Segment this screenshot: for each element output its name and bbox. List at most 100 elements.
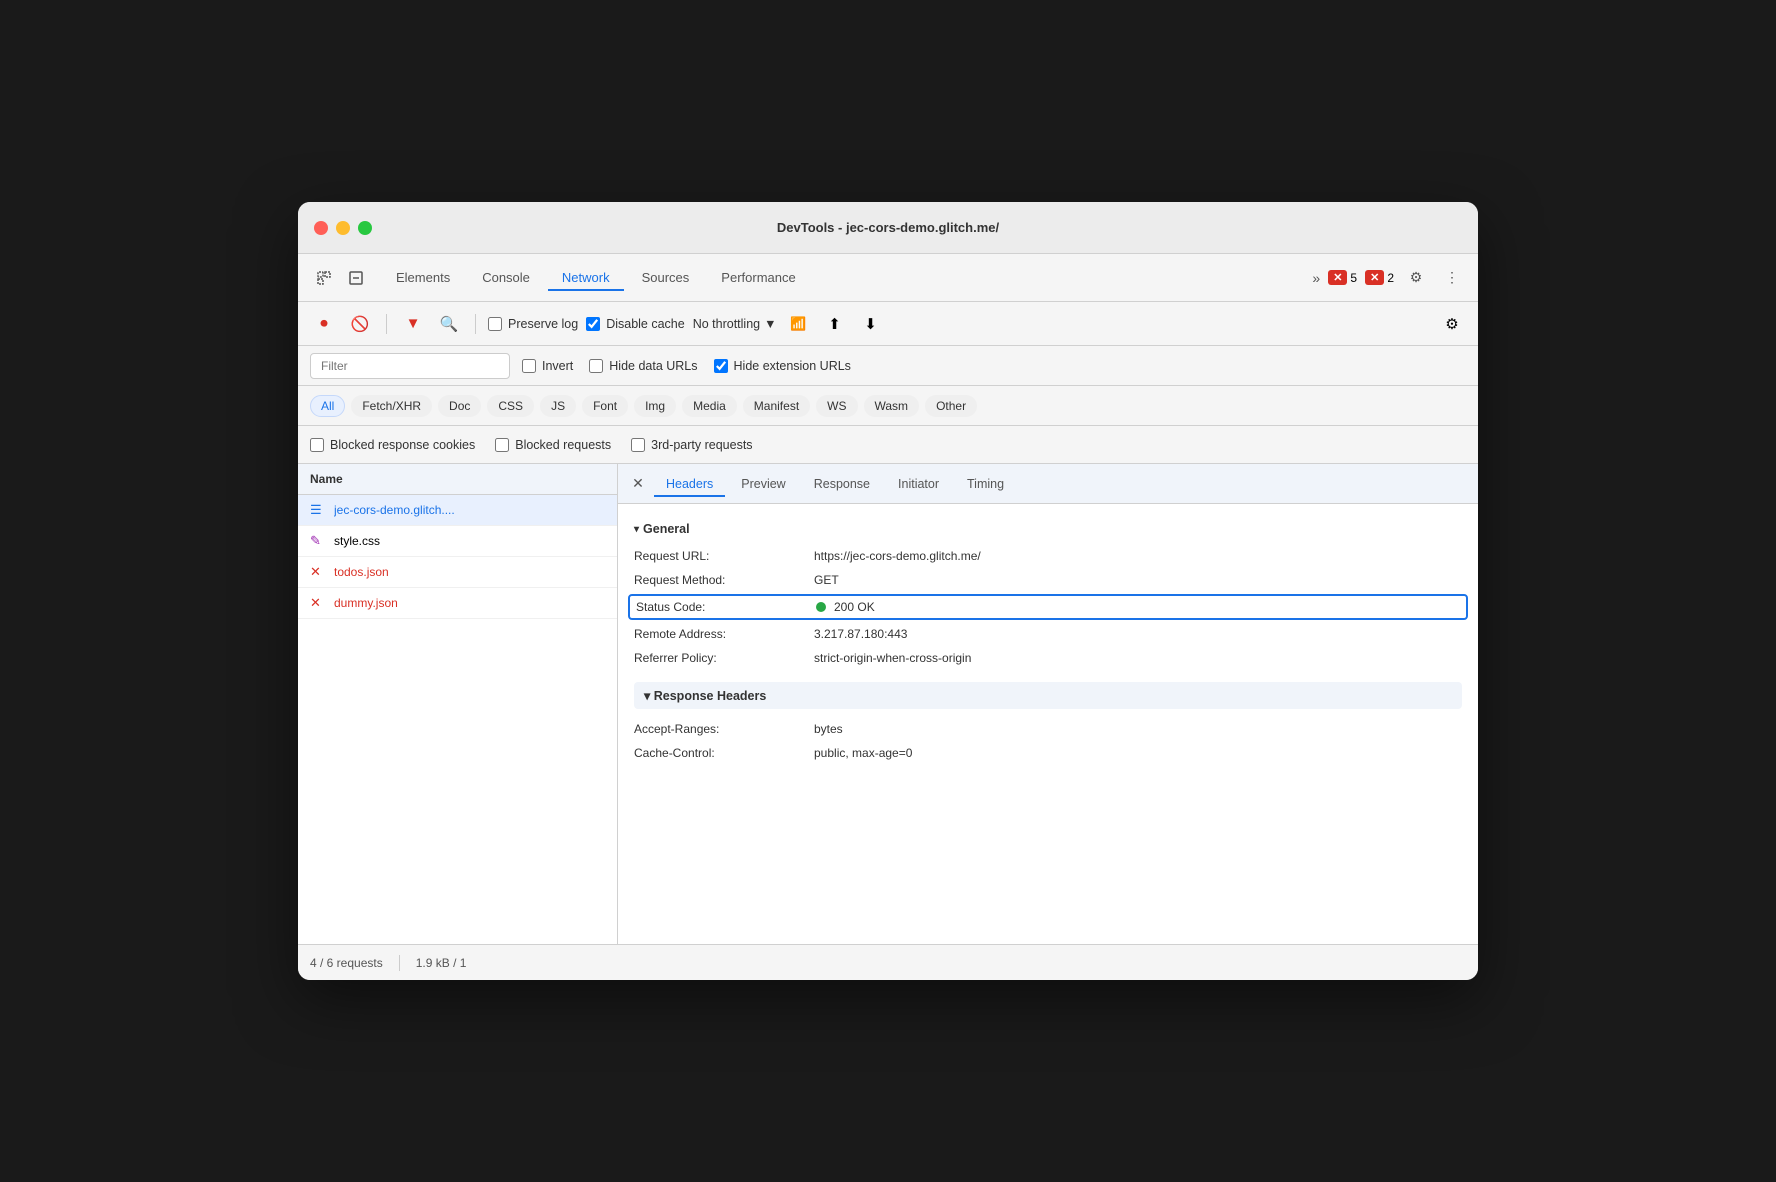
- header-row-referrer: Referrer Policy: strict-origin-when-cros…: [634, 646, 1462, 670]
- hide-data-urls-label[interactable]: Hide data URLs: [589, 359, 697, 373]
- list-item[interactable]: ✕ todos.json: [298, 557, 617, 588]
- minimize-button[interactable]: [336, 221, 350, 235]
- third-party-checkbox[interactable]: [631, 438, 645, 452]
- type-btn-media[interactable]: Media: [682, 395, 737, 417]
- inspect-icon[interactable]: [342, 264, 370, 292]
- error-count-red-num: 5: [1350, 271, 1357, 285]
- header-key-remote: Remote Address:: [634, 627, 814, 641]
- filter-input[interactable]: [310, 353, 510, 379]
- header-value-remote: 3.217.87.180:443: [814, 627, 1462, 641]
- hide-extension-urls-checkbox[interactable]: [714, 359, 728, 373]
- filter-checkboxes: Invert Hide data URLs Hide extension URL…: [522, 359, 851, 373]
- devtools-window: DevTools - jec-cors-demo.glitch.me/ Elem…: [298, 202, 1478, 980]
- header-value-referrer: strict-origin-when-cross-origin: [814, 651, 1462, 665]
- disable-cache-label[interactable]: Disable cache: [586, 317, 685, 331]
- toolbar-icons: [310, 264, 370, 292]
- window-title: DevTools - jec-cors-demo.glitch.me/: [777, 220, 999, 235]
- type-btn-js[interactable]: JS: [540, 395, 576, 417]
- throttle-arrow: ▼: [764, 317, 776, 331]
- network-settings-icon[interactable]: ⚙: [1438, 310, 1466, 338]
- filter-icon[interactable]: ▼: [399, 310, 427, 338]
- type-btn-manifest[interactable]: Manifest: [743, 395, 810, 417]
- preserve-log-label[interactable]: Preserve log: [488, 317, 578, 331]
- header-value-cache-control: public, max-age=0: [814, 746, 1462, 760]
- header-value-status: 200 OK: [816, 600, 1460, 614]
- tab-response[interactable]: Response: [802, 471, 882, 497]
- type-btn-all[interactable]: All: [310, 395, 345, 417]
- header-key-cache-control: Cache-Control:: [634, 746, 814, 760]
- status-divider: [399, 955, 400, 971]
- tab-headers[interactable]: Headers: [654, 471, 725, 497]
- tab-elements[interactable]: Elements: [382, 264, 464, 291]
- download-icon[interactable]: ⬇: [856, 310, 884, 338]
- type-btn-ws[interactable]: WS: [816, 395, 857, 417]
- close-panel-button[interactable]: ✕: [626, 472, 650, 496]
- type-btn-doc[interactable]: Doc: [438, 395, 481, 417]
- close-button[interactable]: [314, 221, 328, 235]
- header-key-status: Status Code:: [636, 600, 816, 614]
- disable-cache-checkbox[interactable]: [586, 317, 600, 331]
- tab-network[interactable]: Network: [548, 264, 624, 291]
- status-dot-green: [816, 602, 826, 612]
- error-count-red: ✕: [1328, 270, 1347, 285]
- error-icon: ✕: [310, 564, 326, 580]
- header-value-accept-ranges: bytes: [814, 722, 1462, 736]
- record-button[interactable]: ⏺: [310, 310, 338, 338]
- tab-console[interactable]: Console: [468, 264, 544, 291]
- blocked-cookies-label[interactable]: Blocked response cookies: [310, 438, 475, 452]
- list-item[interactable]: ✎ style.css: [298, 526, 617, 557]
- tab-performance[interactable]: Performance: [707, 264, 809, 291]
- list-item[interactable]: ✕ dummy.json: [298, 588, 617, 619]
- type-btn-img[interactable]: Img: [634, 395, 676, 417]
- wifi-icon[interactable]: 📶: [784, 310, 812, 338]
- hide-extension-urls-text: Hide extension URLs: [734, 359, 851, 373]
- general-section-header: ▾ General: [634, 516, 1462, 544]
- doc-icon: ☰: [310, 502, 326, 518]
- left-panel-header: Name: [298, 464, 617, 495]
- type-btn-fetch-xhr[interactable]: Fetch/XHR: [351, 395, 432, 417]
- tab-preview[interactable]: Preview: [729, 471, 797, 497]
- hide-data-urls-checkbox[interactable]: [589, 359, 603, 373]
- upload-icon[interactable]: ⬆: [820, 310, 848, 338]
- blocked-requests-label[interactable]: Blocked requests: [495, 438, 611, 452]
- clear-button[interactable]: 🚫: [346, 310, 374, 338]
- cursor-icon[interactable]: [310, 264, 338, 292]
- preserve-log-checkbox[interactable]: [488, 317, 502, 331]
- throttle-select[interactable]: No throttling ▼: [693, 317, 777, 331]
- status-code-text: 200 OK: [834, 600, 875, 614]
- transfer-size: 1.9 kB / 1: [416, 956, 467, 970]
- more-tabs-icon[interactable]: »: [1312, 270, 1320, 286]
- right-tabs: ✕ Headers Preview Response Initiator Tim…: [618, 464, 1478, 504]
- hide-extension-urls-label[interactable]: Hide extension URLs: [714, 359, 851, 373]
- toolbar-divider-2: [475, 314, 476, 334]
- blocked-requests-checkbox[interactable]: [495, 438, 509, 452]
- header-value-url: https://jec-cors-demo.glitch.me/: [814, 549, 1462, 563]
- search-icon[interactable]: 🔍: [435, 310, 463, 338]
- maximize-button[interactable]: [358, 221, 372, 235]
- invert-checkbox[interactable]: [522, 359, 536, 373]
- header-key-method: Request Method:: [634, 573, 814, 587]
- status-bar: 4 / 6 requests 1.9 kB / 1: [298, 944, 1478, 980]
- type-btn-css[interactable]: CSS: [487, 395, 534, 417]
- type-btn-font[interactable]: Font: [582, 395, 628, 417]
- header-key-referrer: Referrer Policy:: [634, 651, 814, 665]
- error-count-orange-num: 2: [1387, 271, 1394, 285]
- invert-label[interactable]: Invert: [522, 359, 573, 373]
- tab-initiator[interactable]: Initiator: [886, 471, 951, 497]
- tab-timing[interactable]: Timing: [955, 471, 1016, 497]
- settings-icon[interactable]: ⚙: [1402, 264, 1430, 292]
- type-btn-wasm[interactable]: Wasm: [864, 395, 920, 417]
- header-row-method: Request Method: GET: [634, 568, 1462, 592]
- hide-data-urls-text: Hide data URLs: [609, 359, 697, 373]
- right-panel: ✕ Headers Preview Response Initiator Tim…: [618, 464, 1478, 944]
- third-party-label[interactable]: 3rd-party requests: [631, 438, 752, 452]
- error-icon: ✕: [310, 595, 326, 611]
- disable-cache-text: Disable cache: [606, 317, 685, 331]
- more-menu-icon[interactable]: ⋮: [1438, 264, 1466, 292]
- type-btn-other[interactable]: Other: [925, 395, 977, 417]
- preserve-log-text: Preserve log: [508, 317, 578, 331]
- list-item[interactable]: ☰ jec-cors-demo.glitch....: [298, 495, 617, 526]
- network-toolbar: ⏺ 🚫 ▼ 🔍 Preserve log Disable cache No th…: [298, 302, 1478, 346]
- blocked-cookies-checkbox[interactable]: [310, 438, 324, 452]
- tab-sources[interactable]: Sources: [628, 264, 704, 291]
